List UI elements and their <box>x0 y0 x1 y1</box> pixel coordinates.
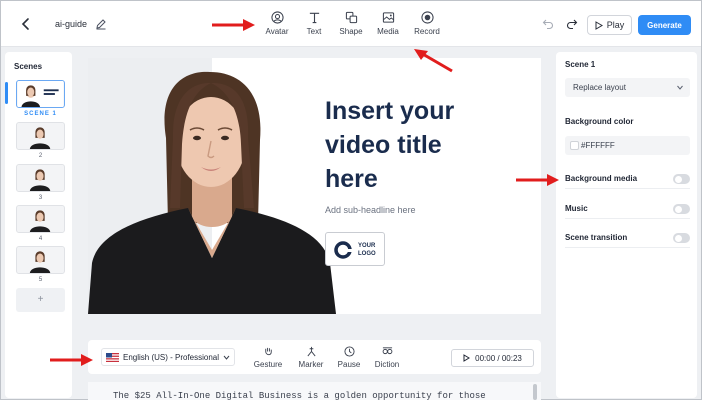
scene-label: 3 <box>38 195 43 201</box>
background-color-label: Background color <box>565 117 634 126</box>
pause-clock-icon <box>343 346 355 357</box>
media-icon <box>382 12 394 23</box>
scene-label: 5 <box>38 277 43 283</box>
script-scrollbar[interactable] <box>533 384 537 400</box>
tool-text[interactable]: Text <box>294 11 334 41</box>
avatar-figure[interactable] <box>88 58 340 314</box>
music-label: Music <box>565 204 588 213</box>
language-label: English (US) - Professional <box>123 352 220 362</box>
annotation-arrow-icon <box>414 49 453 73</box>
replace-layout-dropdown[interactable]: Replace layout <box>565 78 690 97</box>
scene-thumbnail-5[interactable] <box>16 246 65 274</box>
pencil-icon[interactable] <box>95 18 107 30</box>
scene-transition-label: Scene transition <box>565 233 628 242</box>
scene-preview <box>17 81 64 107</box>
tool-avatar[interactable]: Avatar <box>257 11 297 41</box>
redo-icon[interactable] <box>566 18 578 30</box>
scene-preview <box>17 247 64 273</box>
gesture-button[interactable]: Gesture <box>248 346 288 369</box>
tool-label: Record <box>414 27 440 36</box>
chevron-down-icon <box>223 355 230 360</box>
play-label: Play <box>606 20 625 30</box>
marker-button[interactable]: Marker <box>291 346 331 369</box>
control-label: Marker <box>298 360 324 369</box>
back-arrow-icon[interactable] <box>19 17 33 31</box>
script-text[interactable]: The $25 All-In-One Digital Business is a… <box>113 391 486 400</box>
music-row: Music <box>565 199 690 219</box>
add-scene-button[interactable]: + <box>16 288 65 312</box>
undo-icon[interactable] <box>542 18 554 30</box>
marker-icon <box>306 346 316 357</box>
scenes-panel: Scenes SCENE 1 2 3 4 5 + <box>5 52 72 398</box>
timer-label: 00:00 / 00:23 <box>475 353 522 363</box>
tool-label: Avatar <box>265 27 289 36</box>
us-flag-icon <box>106 352 119 362</box>
scene-label: 2 <box>38 153 43 159</box>
scene-thumbnail-3[interactable] <box>16 164 65 192</box>
music-toggle[interactable] <box>673 204 690 214</box>
annotation-arrow-icon <box>516 174 559 186</box>
record-icon <box>420 11 434 24</box>
avatar-icon <box>270 11 284 24</box>
text-icon <box>309 12 319 24</box>
scene-preview <box>17 123 64 149</box>
pause-button[interactable]: Pause <box>329 346 369 369</box>
scene-thumbnail-1[interactable] <box>16 80 65 108</box>
replace-layout-label: Replace layout <box>573 83 626 92</box>
script-editor[interactable]: The $25 All-In-One Digital Business is a… <box>88 382 541 400</box>
control-label: Gesture <box>253 360 283 369</box>
gesture-icon <box>264 347 272 356</box>
scene-transition-toggle[interactable] <box>673 233 690 243</box>
scene-thumbnail-4[interactable] <box>16 205 65 233</box>
language-selector[interactable]: English (US) - Professional <box>101 348 236 366</box>
play-icon <box>463 354 471 362</box>
scene-label: 4 <box>38 236 43 242</box>
top-toolbar: ai-guide Avatar Text Shape Media Record … <box>1 1 701 47</box>
tool-label: Shape <box>339 27 363 36</box>
tool-shape[interactable]: Shape <box>331 11 371 41</box>
play-button[interactable]: Play <box>587 15 632 35</box>
tool-record[interactable]: Record <box>407 11 447 41</box>
tool-media[interactable]: Media <box>368 11 408 41</box>
color-swatch[interactable] <box>570 141 579 150</box>
scene-selection-indicator <box>5 82 8 104</box>
scenes-title: Scenes <box>14 62 43 71</box>
background-color-field[interactable]: #FFFFFF <box>565 136 690 155</box>
scene-canvas[interactable]: Insert your video title here Add sub-hea… <box>88 58 541 314</box>
project-name[interactable]: ai-guide <box>55 19 87 29</box>
control-label: Pause <box>337 360 361 369</box>
video-subtitle[interactable]: Add sub-headline here <box>325 205 416 215</box>
logo-text: YOUR LOGO <box>358 243 376 257</box>
preview-timer-button[interactable]: 00:00 / 00:23 <box>451 349 534 367</box>
logo-icon <box>334 241 352 259</box>
scene-thumbnail-2[interactable] <box>16 122 65 150</box>
scene-properties-title: Scene 1 <box>565 60 596 69</box>
properties-panel: Scene 1 Replace layout Background color … <box>556 52 697 398</box>
background-color-value: #FFFFFF <box>581 141 615 150</box>
annotation-arrow-icon <box>50 354 93 366</box>
scene-preview <box>17 165 64 191</box>
diction-icon <box>382 347 392 355</box>
generate-button[interactable]: Generate <box>638 15 691 35</box>
play-icon <box>595 20 603 30</box>
video-title[interactable]: Insert your video title here <box>325 94 525 196</box>
control-label: Diction <box>374 360 400 369</box>
script-controls-bar: English (US) - Professional Gesture Mark… <box>88 340 541 374</box>
tool-label: Text <box>306 27 322 36</box>
background-media-row: Background media <box>565 169 690 189</box>
background-media-label: Background media <box>565 174 638 183</box>
scene-preview <box>17 206 64 232</box>
shape-icon <box>345 11 357 24</box>
scene-transition-row: Scene transition <box>565 228 690 248</box>
logo-placeholder[interactable]: YOUR LOGO <box>325 232 385 266</box>
chevron-down-icon <box>677 85 683 90</box>
annotation-arrow-icon <box>212 19 255 31</box>
background-media-toggle[interactable] <box>673 174 690 184</box>
tool-label: Media <box>377 27 399 36</box>
diction-button[interactable]: Diction <box>367 346 407 369</box>
scene-label: SCENE 1 <box>24 111 57 117</box>
